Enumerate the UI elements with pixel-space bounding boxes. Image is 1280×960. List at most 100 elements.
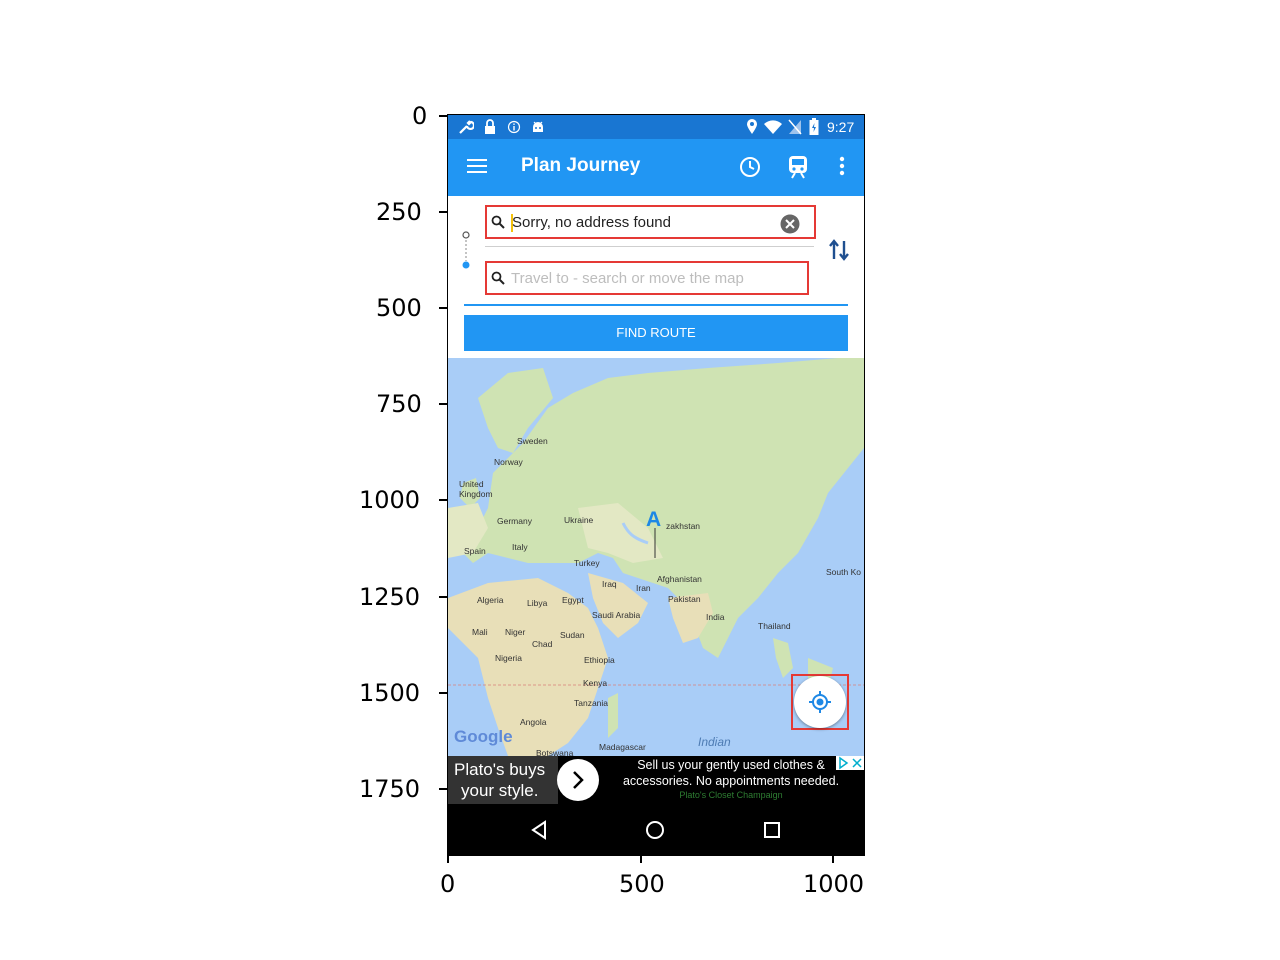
recents-icon[interactable] [764, 822, 780, 838]
back-icon[interactable] [530, 820, 548, 840]
map-label: Madagascar [599, 742, 646, 752]
clear-icon[interactable] [780, 214, 800, 234]
y-tick [439, 115, 447, 117]
map-label: Italy [512, 542, 528, 552]
map-label: Chad [532, 639, 553, 649]
ad-body: Sell us your gently used clothes & acces… [608, 757, 854, 801]
status-bar: 9:27 [448, 115, 864, 139]
field-divider [485, 246, 814, 247]
y-tick-label: 250 [376, 198, 422, 226]
y-tick [439, 307, 447, 309]
map-label: United Kingdom [459, 479, 493, 499]
map-label: Angola [520, 717, 547, 727]
map-label: Norway [494, 457, 523, 467]
ad-headline-line2: your style. [461, 781, 539, 800]
map-label: Afghanistan [657, 574, 702, 584]
swap-icon[interactable] [829, 239, 849, 261]
map-label: Iraq [602, 579, 617, 589]
y-tick-label: 1500 [359, 679, 421, 707]
map-label: Sudan [560, 630, 585, 640]
map-label: Nigeria [495, 653, 522, 663]
from-input-value[interactable]: Sorry, no address found [512, 214, 671, 231]
x-tick-label: 500 [619, 870, 665, 898]
ad-banner[interactable]: Plato's buys your style. Sell us your ge… [448, 756, 864, 804]
map-label: Tanzania [574, 698, 609, 708]
status-time: 9:27 [827, 119, 855, 135]
y-tick-label: 1250 [359, 583, 421, 611]
navigation-bar [448, 804, 864, 855]
to-field[interactable]: Travel to - search or move the map [485, 261, 809, 295]
ad-choices-icon[interactable] [836, 756, 850, 770]
y-tick-label: 500 [376, 294, 422, 322]
x-tick [640, 855, 642, 863]
wifi-icon [764, 120, 782, 134]
map-label: Saudi Arabia [592, 610, 641, 620]
more-vert-icon[interactable] [839, 156, 845, 176]
lock-icon [485, 119, 495, 134]
map-marker-a[interactable]: A [646, 508, 661, 532]
battery-charging-icon [809, 118, 819, 135]
from-field[interactable]: Sorry, no address found [485, 205, 816, 239]
map-label: Iran [636, 583, 651, 593]
y-tick-label: 750 [376, 390, 422, 418]
map-label: Niger [505, 627, 526, 637]
android-icon [533, 121, 543, 132]
y-tick [439, 211, 447, 213]
search-icon [491, 271, 505, 285]
history-clock-icon[interactable] [739, 156, 761, 178]
map-label: Thailand [758, 621, 791, 631]
map-label: zakhstan [666, 521, 701, 531]
crosshair-icon [809, 691, 831, 713]
phone-screen: 9:27 Plan Journey Sorry, no address foun… [448, 115, 864, 855]
app-bar: Plan Journey [448, 139, 864, 196]
ad-cta-button[interactable] [557, 759, 599, 801]
google-logo: Google [454, 727, 513, 746]
my-location-button[interactable] [794, 676, 846, 728]
y-tick-label: 1000 [359, 486, 421, 514]
search-icon [491, 215, 505, 229]
route-dots-icon [462, 231, 470, 269]
map-label: Egypt [562, 595, 584, 605]
map-label: India [706, 612, 725, 622]
map-label: Pakistan [668, 594, 701, 604]
map-label: Libya [527, 598, 548, 608]
map-label: Turkey [574, 558, 600, 568]
train-icon[interactable] [788, 155, 808, 179]
home-icon[interactable] [645, 820, 665, 840]
location-icon [747, 119, 757, 134]
y-tick [439, 403, 447, 405]
info-icon [507, 120, 521, 134]
field-underline [464, 304, 848, 306]
map-label: South Ko [826, 567, 861, 577]
ad-headline-line1: Plato's buys [454, 760, 546, 779]
y-tick-label: 0 [412, 102, 428, 130]
y-tick-label: 1750 [359, 775, 421, 803]
map-label: Mali [472, 627, 488, 637]
map-label: Sweden [517, 436, 548, 446]
no-signal-icon [788, 119, 802, 135]
x-tick-label: 0 [440, 870, 456, 898]
y-tick [439, 596, 447, 598]
menu-icon[interactable] [467, 158, 487, 174]
ad-body-line2: accessories. No appointments needed. [622, 774, 840, 788]
ad-body-line1: Sell us your gently used clothes & [637, 758, 825, 772]
to-input-placeholder[interactable]: Travel to - search or move the map [511, 270, 744, 287]
find-route-button[interactable]: FIND ROUTE [464, 315, 848, 351]
map-label: Algeria [477, 595, 504, 605]
y-tick [439, 499, 447, 501]
y-tick [439, 788, 447, 790]
wrench-icon [459, 120, 474, 134]
map-label: Germany [497, 516, 532, 526]
map-label: Spain [464, 546, 486, 556]
x-tick-label: 1000 [803, 870, 865, 898]
map-view[interactable]: Sweden Norway United Kingdom Germany Ukr… [448, 358, 864, 756]
ad-advertiser: Plato's Closet Champaign [679, 790, 783, 800]
map-label: Ethiopia [584, 655, 615, 665]
map-ocean-label: Indian [698, 735, 731, 749]
x-tick [832, 855, 834, 863]
x-tick [447, 855, 449, 863]
map-label: Kenya [583, 678, 608, 688]
y-tick [439, 692, 447, 694]
ad-close-icon[interactable] [850, 756, 864, 770]
page-title: Plan Journey [521, 155, 641, 176]
